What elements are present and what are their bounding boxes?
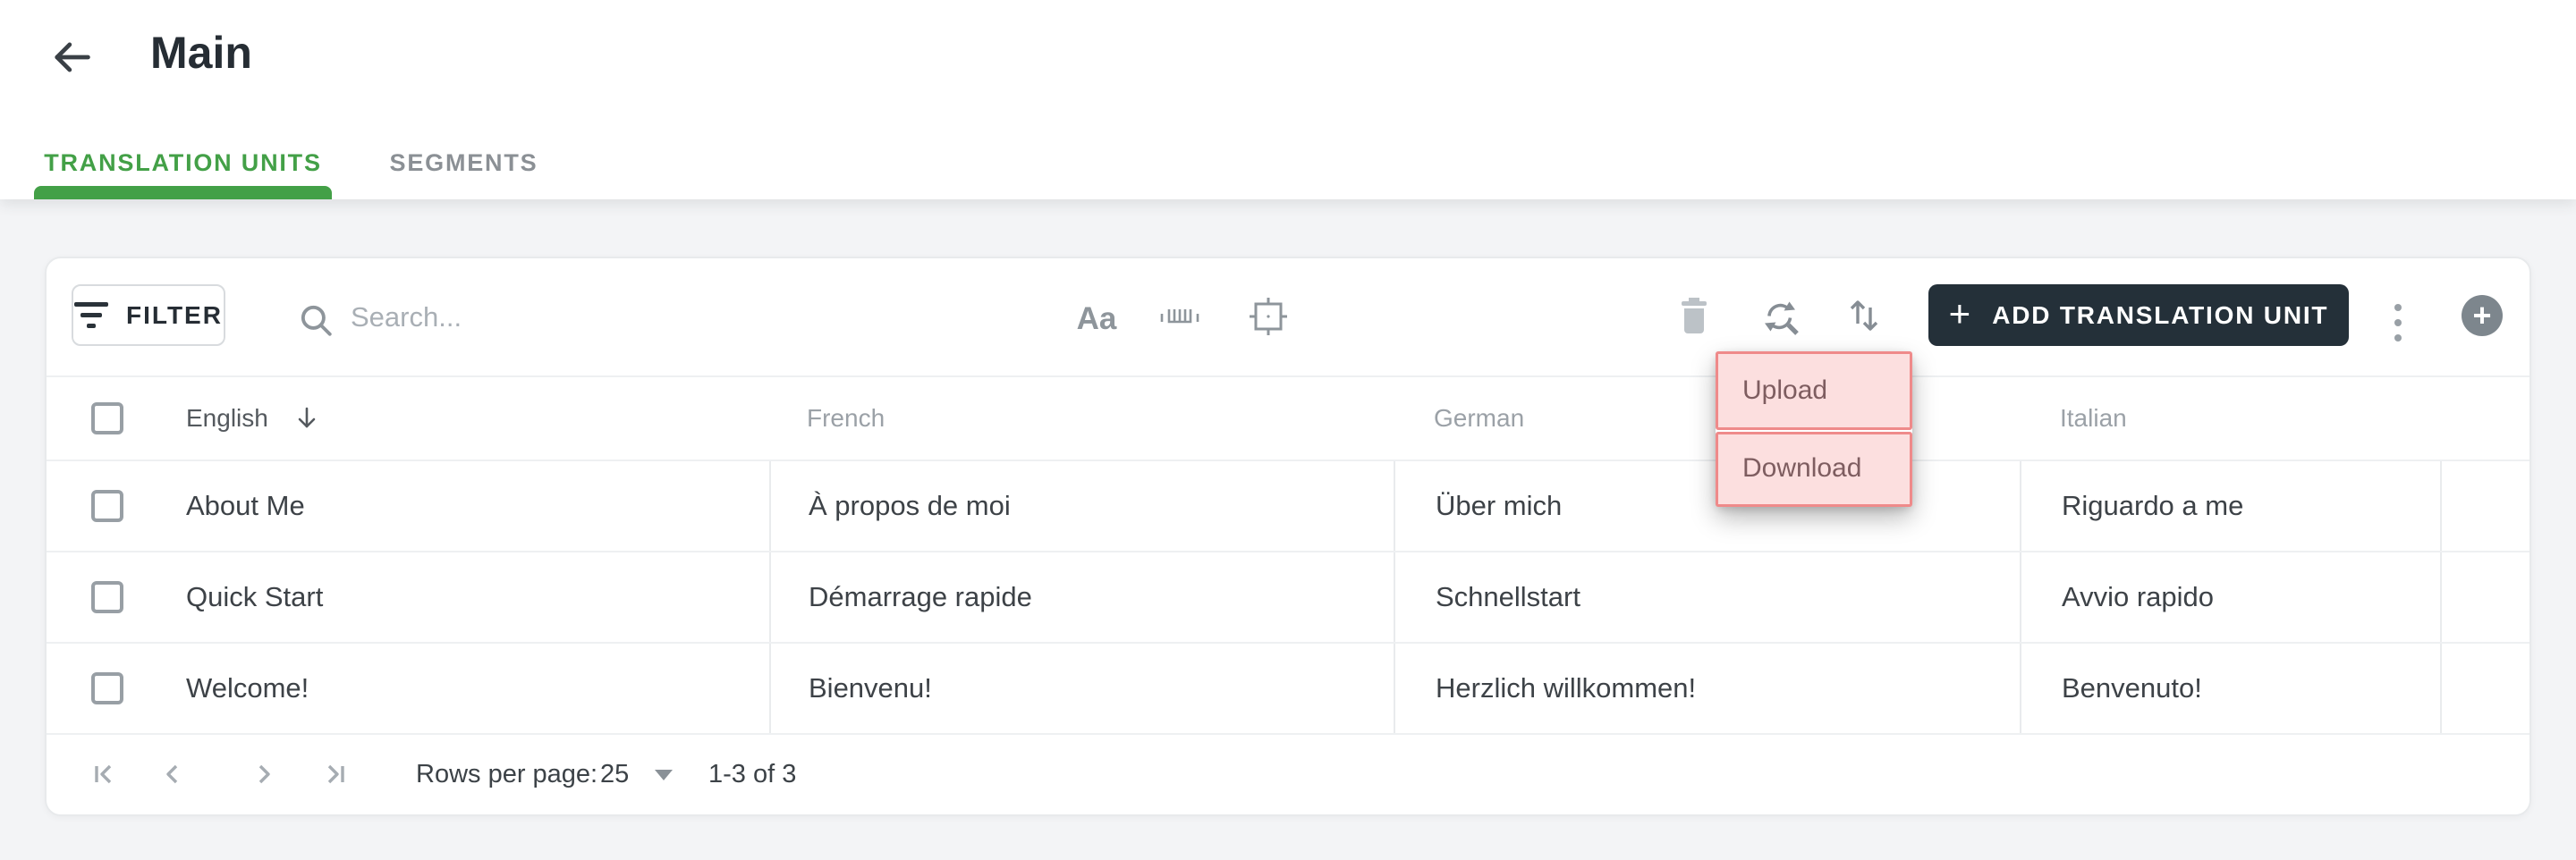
column-header-spacer [2440, 377, 2529, 460]
cell-french[interactable]: À propos de moi [769, 461, 1394, 551]
previous-page-button[interactable] [155, 756, 191, 792]
cell-french-text: À propos de moi [809, 490, 1011, 521]
cell-english-text: Welcome! [186, 672, 309, 704]
search-replace-button[interactable] [1759, 296, 1801, 337]
table-toolbar: FILTER Aa [47, 258, 2529, 377]
target-icon [1248, 296, 1289, 337]
column-header-german-label: German [1434, 404, 1525, 432]
cell-french-text: Bienvenu! [809, 672, 932, 704]
page-title: Main [150, 28, 252, 78]
first-page-button[interactable] [86, 756, 122, 792]
match-whole-word-icon [1159, 299, 1200, 335]
delete-button[interactable] [1678, 296, 1710, 335]
filter-button-label: FILTER [126, 300, 223, 329]
page-header: Main TRANSLATION UNITS SEGMENTS [0, 0, 2576, 199]
cell-german-text: Schnellstart [1436, 581, 1580, 612]
menu-item-download-label: Download [1742, 452, 1862, 483]
pagination-range: 1-3 of 3 [708, 760, 797, 788]
cell-english[interactable]: About Me [47, 461, 769, 551]
cell-italian-text: Benvenuto! [2062, 672, 2202, 704]
cell-italian[interactable]: Benvenuto! [2020, 644, 2440, 733]
tab-segments[interactable]: SEGMENTS [368, 139, 560, 186]
plus-circle-icon: + [2472, 297, 2492, 333]
cell-german-text: Über mich [1436, 490, 1563, 521]
table-row[interactable]: Welcome! Bienvenu! Herzlich willkommen! … [47, 644, 2529, 735]
menu-item-download[interactable]: Download [1716, 429, 1912, 507]
table-row[interactable]: About Me À propos de moi Über mich Rigua… [47, 461, 2529, 552]
kebab-menu-icon [2394, 304, 2402, 341]
row-checkbox[interactable] [91, 490, 123, 522]
translation-units-card: FILTER Aa [45, 257, 2531, 816]
search-input[interactable] [349, 291, 996, 344]
filter-icon [74, 302, 109, 328]
cell-spacer [2440, 644, 2529, 733]
cell-italian-text: Riguardo a me [2062, 490, 2244, 521]
next-page-button[interactable] [246, 756, 282, 792]
filter-button[interactable]: FILTER [72, 284, 225, 346]
column-header-english-label: English [186, 404, 268, 432]
arrow-left-icon [48, 34, 95, 80]
menu-item-upload[interactable]: Upload [1716, 351, 1912, 429]
cell-french[interactable]: Démarrage rapide [769, 552, 1394, 642]
cell-english[interactable]: Welcome! [47, 644, 769, 733]
select-all-checkbox[interactable] [91, 402, 123, 434]
sort-descending-icon [293, 405, 320, 432]
search-icon [297, 301, 335, 339]
table-header-row: English French German Italian [47, 377, 2529, 461]
plus-icon: + [1948, 291, 1971, 334]
more-options-button[interactable] [2385, 294, 2411, 351]
create-button[interactable]: + [2462, 295, 2503, 336]
import-export-button[interactable] [1847, 294, 1881, 337]
column-header-french[interactable]: French [769, 377, 1394, 460]
dropdown-caret-icon[interactable] [655, 770, 673, 780]
cell-spacer [2440, 461, 2529, 551]
cell-french-text: Démarrage rapide [809, 581, 1032, 612]
cell-german-text: Herzlich willkommen! [1436, 672, 1697, 704]
table-row[interactable]: Quick Start Démarrage rapide Schnellstar… [47, 552, 2529, 644]
cell-english-text: Quick Start [186, 581, 324, 612]
cell-french[interactable]: Bienvenu! [769, 644, 1394, 733]
back-button[interactable] [47, 32, 97, 82]
last-page-button[interactable] [318, 756, 353, 792]
cell-spacer [2440, 552, 2529, 642]
chevron-right-icon [247, 757, 281, 791]
row-checkbox[interactable] [91, 581, 123, 613]
tab-translation-units[interactable]: TRANSLATION UNITS [34, 139, 332, 186]
tab-segments-label: SEGMENTS [389, 148, 538, 176]
menu-item-upload-label: Upload [1742, 375, 1828, 405]
cell-german[interactable]: Schnellstart [1394, 552, 2020, 642]
rows-per-page-label: Rows per page: [416, 760, 598, 788]
cell-italian[interactable]: Riguardo a me [2020, 461, 2440, 551]
tab-translation-units-label: TRANSLATION UNITS [44, 148, 322, 176]
cell-english-text: About Me [186, 490, 305, 521]
cell-german[interactable]: Herzlich willkommen! [1394, 644, 2020, 733]
match-case-button[interactable]: Aa [1072, 294, 1122, 344]
cell-german[interactable]: Über mich [1394, 461, 2020, 551]
match-whole-word-button[interactable] [1159, 299, 1200, 335]
add-translation-unit-label: ADD TRANSLATION UNIT [1992, 300, 2329, 329]
rows-per-page-select[interactable]: 25 [600, 735, 629, 814]
project-page: Main TRANSLATION UNITS SEGMENTS FILTER A… [0, 0, 2576, 860]
add-translation-unit-button[interactable]: + ADD TRANSLATION UNIT [1928, 284, 2349, 346]
target-button[interactable] [1248, 296, 1289, 337]
cell-italian[interactable]: Avvio rapido [2020, 552, 2440, 642]
column-header-italian[interactable]: Italian [2020, 377, 2440, 460]
search-replace-icon [1759, 296, 1801, 337]
chevron-left-icon [156, 757, 190, 791]
cell-italian-text: Avvio rapido [2062, 581, 2215, 612]
row-checkbox[interactable] [91, 672, 123, 704]
import-export-menu: Upload Download [1716, 351, 1912, 507]
first-page-icon [87, 757, 121, 791]
column-header-english[interactable]: English [47, 377, 769, 460]
trash-icon [1678, 296, 1710, 335]
active-tab-indicator [34, 186, 332, 199]
match-case-icon: Aa [1076, 301, 1117, 336]
last-page-icon [318, 757, 352, 791]
import-export-icon [1847, 294, 1881, 337]
pagination-bar: Rows per page: 25 1-3 of 3 [47, 735, 2529, 814]
column-header-german[interactable]: German [1394, 377, 2020, 460]
cell-english[interactable]: Quick Start [47, 552, 769, 642]
column-header-italian-label: Italian [2060, 404, 2127, 432]
column-header-french-label: French [807, 404, 886, 432]
